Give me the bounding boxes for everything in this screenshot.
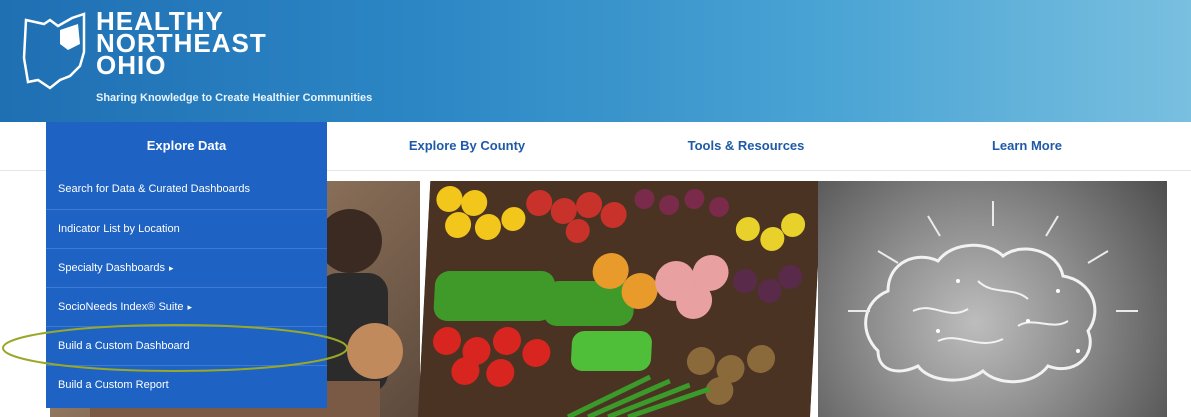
caret-right-icon: ▸ — [169, 263, 174, 273]
caret-right-icon: ▸ — [187, 302, 193, 312]
nav-explore-data[interactable]: Explore Data — [46, 122, 327, 170]
menu-item-search-data[interactable]: Search for Data & Curated Dashboards — [46, 170, 327, 209]
menu-item-label: SocioNeeds Index® Suite — [58, 301, 184, 313]
ohio-map-icon — [22, 12, 86, 90]
menu-item-socioneeds-suite[interactable]: SocioNeeds Index® Suite ▸ — [46, 287, 327, 326]
menu-item-label: Build a Custom Report — [58, 379, 169, 391]
menu-item-label: Specialty Dashboards — [58, 262, 166, 274]
highlight-ellipse — [2, 324, 348, 372]
menu-item-label: Indicator List by Location — [58, 223, 180, 235]
site-logo-title[interactable]: HEALTHY NORTHEAST OHIO — [96, 8, 267, 78]
menu-item-label: Search for Data & Curated Dashboards — [58, 183, 250, 195]
menu-item-indicator-list[interactable]: Indicator List by Location — [46, 209, 327, 248]
main-nav: Explore Data Explore By County Tools & R… — [0, 122, 1191, 171]
menu-item-specialty-dashboards[interactable]: Specialty Dashboards ▸ — [46, 248, 327, 287]
site-header: HEALTHY NORTHEAST OHIO Sharing Knowledge… — [0, 0, 1191, 122]
nav-explore-by-county[interactable]: Explore By County — [357, 122, 577, 170]
nav-learn-more[interactable]: Learn More — [917, 122, 1137, 170]
vegetables-photo — [418, 181, 823, 417]
nav-tools-resources[interactable]: Tools & Resources — [636, 122, 856, 170]
site-tagline: Sharing Knowledge to Create Healthier Co… — [96, 92, 373, 104]
brain-illustration — [818, 181, 1167, 417]
